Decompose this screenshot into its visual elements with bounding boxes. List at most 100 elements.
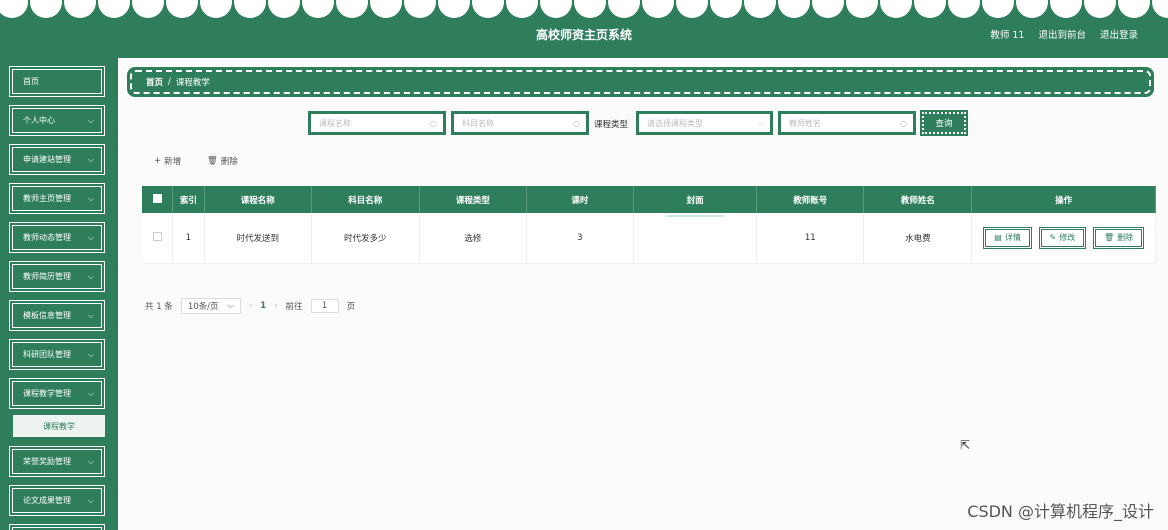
sidebar-item-label: 申请建站管理 [23,155,71,164]
sidebar-item-template-info[interactable]: 模板信息管理 ⌵ [9,300,105,331]
total-count: 共 1 条 [145,302,173,312]
column-header: 索引 [172,186,205,213]
cell-course-type: 选修 [419,213,527,264]
sidebar-item-honors[interactable]: 荣誉奖励管理 ⌵ [9,446,105,477]
chevron-down-icon: ⌵ [87,349,94,359]
sidebar-item-more[interactable] [9,524,105,530]
sidebar-item-label: 模板信息管理 [23,311,71,320]
sidebar: 首页 个人中心 ⌵ 申请建站管理 ⌵ 教师主页管理 ⌵ 教师动态管理 ⌵ 教师简历管理 ⌵… [0,58,118,530]
trash-icon: 🗑 [207,156,218,166]
pagination: 共 1 条 10条/页 ⌵ ‹ 1 › 前往 1 页 [145,298,355,314]
chevron-down-icon: ⌵ [87,495,94,505]
chevron-up-icon: ⌵ [87,388,94,398]
sidebar-item-papers[interactable]: 论文成果管理 ⌵ [9,485,105,516]
sidebar-item-label: 荣誉奖励管理 [23,457,71,466]
column-header: 操作 [971,186,1156,213]
select-all-checkbox[interactable] [142,186,174,213]
top-header: 高校师资主页系统 教师 11 退出到前台 退出登录 [0,0,1168,58]
back-to-front-link[interactable]: 退出到前台 [1038,27,1086,41]
sidebar-item-label: 论文成果管理 [23,496,71,505]
current-user: 教师 11 [990,30,1025,41]
chevron-down-icon: ⌵ [87,456,94,466]
document-icon: ▤ [994,233,1002,243]
column-header: 课程类型 [419,186,527,213]
breadcrumb-separator: / [168,77,171,87]
cell-teacher-account: 11 [756,213,865,264]
page-unit: 页 [346,302,356,312]
chevron-down-icon: ⌵ [757,118,764,127]
sidebar-item-label: 教师动态管理 [23,233,71,242]
sidebar-item-course-teaching[interactable]: 课程教学管理 ⌵ [9,378,105,409]
sidebar-item-label: 首页 [23,77,39,86]
column-header: 课时 [526,186,634,213]
column-header: 封面 [633,186,758,213]
cell-cover [633,213,758,264]
sidebar-item-site-application[interactable]: 申请建站管理 ⌵ [9,144,105,175]
chevron-down-icon: ⌵ [87,154,94,164]
chevron-down-icon: ⌵ [87,232,94,242]
search-icon: ○ [430,118,437,128]
prev-page-icon[interactable]: ‹ [249,301,252,311]
chevron-down-icon: ⌵ [227,301,234,311]
sidebar-item-home[interactable]: 首页 [9,66,105,97]
cell-actions: ▤ 详情 ✎ 修改 🗑 删除 [971,213,1156,264]
add-button[interactable]: + 新增 [154,155,181,167]
page-number[interactable]: 1 [260,301,266,311]
next-page-icon[interactable]: › [274,301,277,311]
column-header: 科目名称 [311,186,420,213]
watermark: CSDN @计算机程序_设计 [967,502,1154,521]
scalloped-border [0,0,1168,18]
sidebar-item-label: 课程教学管理 [23,389,71,398]
sidebar-item-personal-center[interactable]: 个人中心 ⌵ [9,105,105,136]
page-size-select[interactable]: 10条/页 ⌵ [180,298,241,314]
chevron-down-icon: ⌵ [87,271,94,281]
sidebar-item-research-team[interactable]: 科研团队管理 ⌵ [9,339,105,370]
course-type-select[interactable]: 请选择课程类型 ⌵ [636,111,773,135]
sidebar-item-teacher-resume[interactable]: 教师简历管理 ⌵ [9,261,105,292]
cell-index: 1 [172,213,205,264]
search-icon: ○ [900,118,907,128]
sidebar-item-teacher-news[interactable]: 教师动态管理 ⌵ [9,222,105,253]
search-icon: ○ [573,118,580,128]
breadcrumb-current: 课程教学 [175,78,210,88]
chevron-down-icon: ⌵ [87,193,94,203]
header-user-links: 教师 11 退出到前台 退出登录 [990,27,1138,41]
sidebar-item-teacher-homepage[interactable]: 教师主页管理 ⌵ [9,183,105,214]
subject-name-input[interactable]: 科目名称 ○ [451,111,589,135]
logout-link[interactable]: 退出登录 [1100,27,1138,41]
sidebar-subitem-course-teaching[interactable]: 课程教学 [13,415,105,437]
row-checkbox[interactable] [142,213,174,264]
course-name-input[interactable]: 课程名称 ○ [308,111,446,135]
goto-page-input[interactable]: 1 [310,299,339,313]
sidebar-item-label: 科研团队管理 [23,350,71,359]
cover-image [666,214,725,217]
cell-course-name: 时代发送到 [204,213,312,264]
cell-teacher-name: 水电费 [863,213,973,264]
chevron-down-icon: ⌵ [87,115,94,125]
batch-delete-button[interactable]: 🗑 删除 [207,155,238,167]
query-button[interactable]: 查询 [920,110,968,136]
mouse-cursor-icon: ⇱ [960,438,971,452]
pencil-icon: ✎ [1049,233,1057,243]
table-header-row: 索引 课程名称 科目名称 课程类型 课时 封面 教师账号 教师姓名 操作 [142,186,1156,213]
detail-button[interactable]: ▤ 详情 [983,226,1032,249]
column-header: 教师账号 [756,186,865,213]
sidebar-item-label: 个人中心 [23,116,55,125]
delete-button[interactable]: 🗑 删除 [1092,226,1145,249]
teacher-name-input[interactable]: 教师姓名 ○ [778,111,916,135]
column-header: 教师姓名 [863,186,973,213]
breadcrumb-home[interactable]: 首页 [146,76,163,88]
course-type-label: 课程类型 [594,120,629,130]
column-header: 课程名称 [204,186,312,213]
edit-button[interactable]: ✎ 修改 [1038,226,1087,249]
cell-hours: 3 [526,213,634,264]
table-row: 1 时代发送到 时代发多少 选修 3 11 水电费 ▤ 详情 ✎ 修改 🗑 删除 [142,213,1156,264]
cell-subject-name: 时代发多少 [311,213,420,264]
course-table: 索引 课程名称 科目名称 课程类型 课时 封面 教师账号 教师姓名 操作 1 时… [142,186,1156,264]
chevron-down-icon: ⌵ [87,310,94,320]
plus-icon: + [154,156,162,166]
sidebar-item-label: 教师主页管理 [23,194,71,203]
trash-icon: 🗑 [1103,233,1115,243]
goto-label: 前往 [285,302,303,312]
main-content: 首页 / 课程教学 课程名称 ○ 科目名称 ○ 课程类型 请选择课程类型 ⌵ 教师姓名… [118,58,1168,530]
